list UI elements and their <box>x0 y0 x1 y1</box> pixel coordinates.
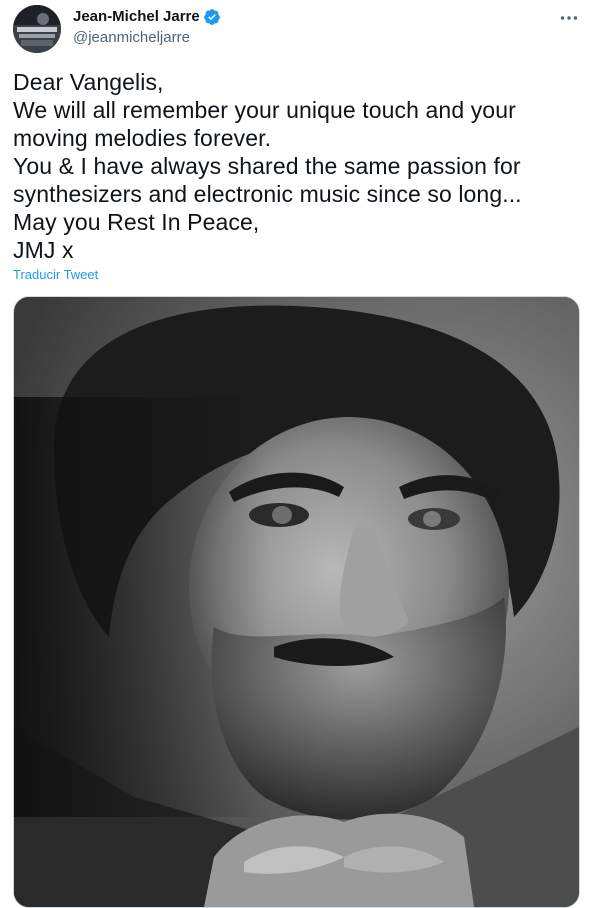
avatar-image <box>13 5 61 53</box>
author-name-row[interactable]: Jean-Michel Jarre <box>73 7 221 27</box>
avatar[interactable] <box>13 5 61 53</box>
tweet-line: moving melodies forever. <box>13 125 272 151</box>
tweet: Jean-Michel Jarre @jeanmicheljarre Dear … <box>0 0 591 908</box>
tweet-line: Dear Vangelis, <box>13 69 164 95</box>
more-horizontal-icon <box>560 16 578 20</box>
more-options-button[interactable] <box>556 6 582 30</box>
translate-tweet-link[interactable]: Traducir Tweet <box>13 267 98 283</box>
author-handle[interactable]: @jeanmicheljarre <box>73 28 190 48</box>
tweet-line: You & I have always shared the same pass… <box>13 153 521 179</box>
tweet-line: synthesizers and electronic music since … <box>13 181 522 207</box>
author-display-name[interactable]: Jean-Michel Jarre <box>73 7 200 27</box>
tweet-line: JMJ x <box>13 237 74 263</box>
tweet-text: Dear Vangelis, We will all remember your… <box>13 68 578 264</box>
tweet-line: We will all remember your unique touch a… <box>13 97 516 123</box>
tweet-media-photo[interactable] <box>13 296 580 908</box>
portrait-photo <box>14 297 579 907</box>
tweet-line: May you Rest In Peace, <box>13 209 260 235</box>
verified-badge-icon <box>203 8 221 26</box>
